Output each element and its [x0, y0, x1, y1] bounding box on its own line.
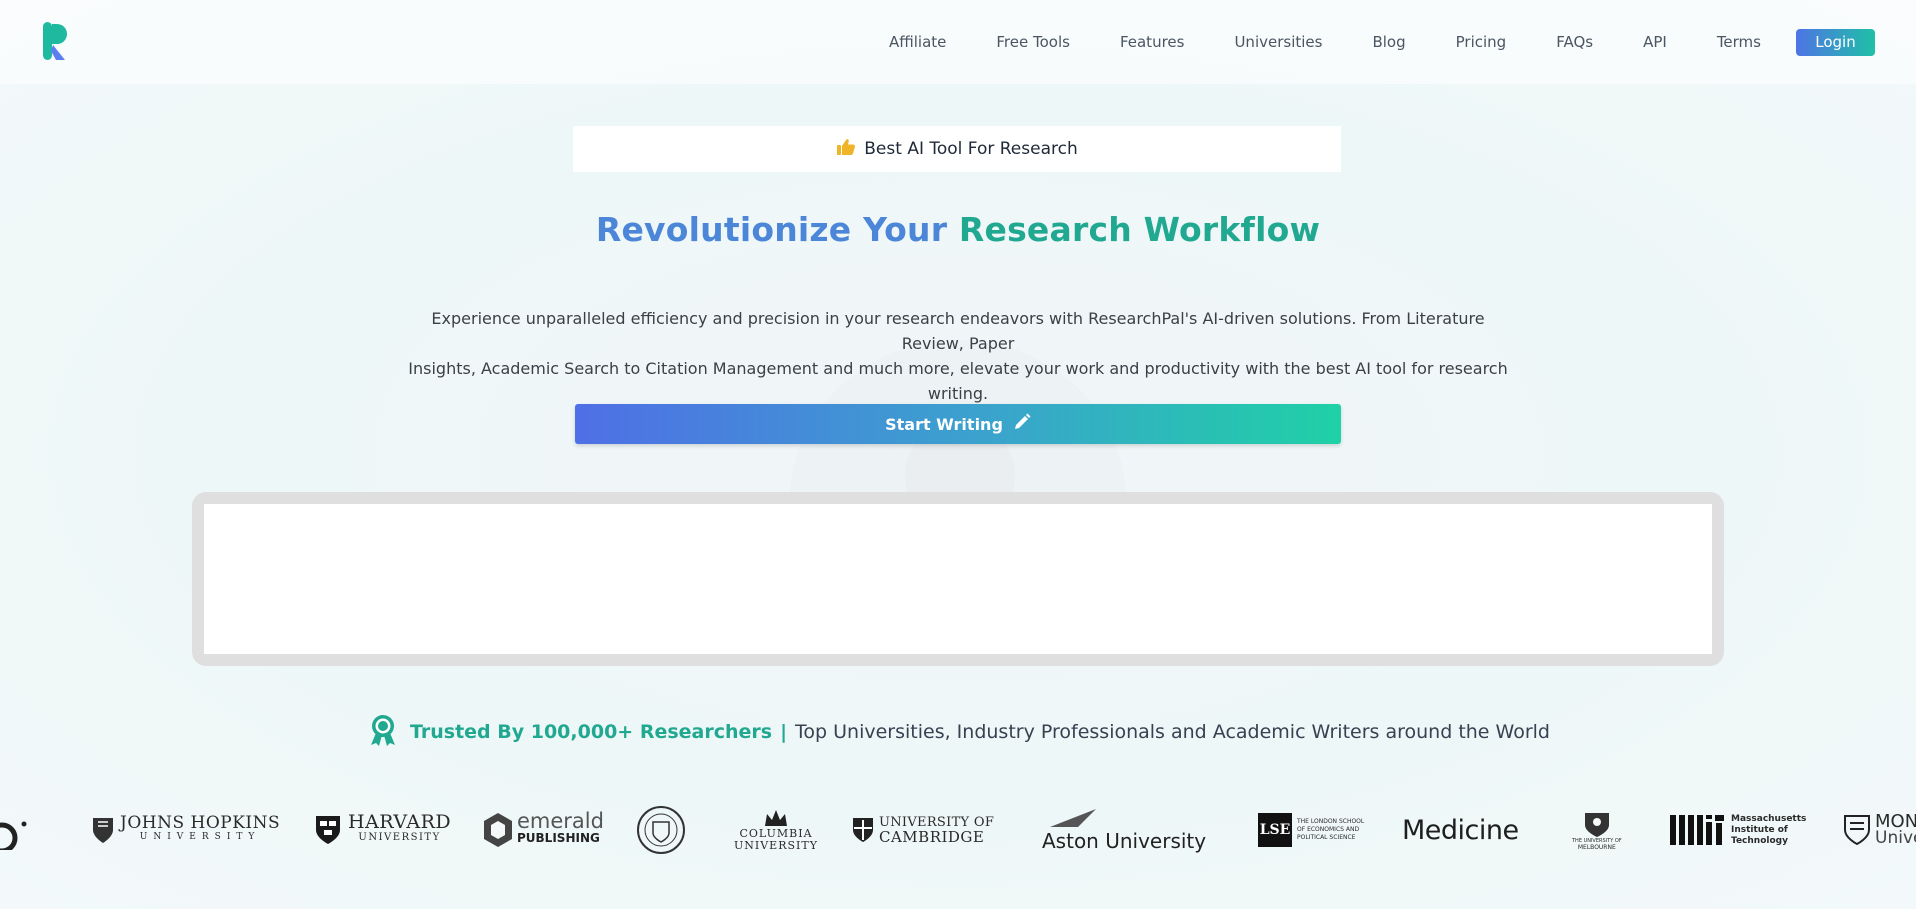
cambridge-line2: CAMBRIDGE [879, 828, 985, 846]
cambridge-shield-icon [853, 818, 873, 842]
hero-badge: Best AI Tool For Research [573, 126, 1341, 172]
main-nav: Affiliate Free Tools Features Universiti… [889, 0, 1916, 84]
monash-shield-icon [1844, 815, 1870, 845]
lse-text-line: THE LONDON SCHOOL [1297, 818, 1365, 825]
medicine-logo: Medicine [1402, 800, 1519, 860]
start-writing-button[interactable]: Start Writing [575, 404, 1341, 444]
login-button[interactable]: Login [1796, 28, 1875, 56]
nav-faqs[interactable]: FAQs [1556, 33, 1593, 51]
cornell-seal-logo [636, 800, 686, 860]
nav-api[interactable]: API [1643, 33, 1667, 51]
lse-mark: LSE [1258, 813, 1292, 847]
mit-mark-icon [1670, 815, 1724, 845]
award-ribbon-icon [366, 713, 400, 751]
hero-description-line: Insights, Academic Search to Citation Ma… [408, 359, 1508, 403]
johns-hopkins-sub: UNIVERSITY [139, 832, 261, 842]
melbourne-crest-icon [1584, 812, 1609, 837]
partial-logo-left [0, 800, 28, 860]
harvard-logo: HARVARD UNIVERSITY [315, 800, 451, 860]
pencil-icon [1013, 413, 1031, 435]
cornell-seal-icon [637, 806, 685, 854]
monash-sub: University [1875, 828, 1916, 848]
emerald-hexagon-icon [484, 813, 512, 847]
melbourne-logo: THE UNIVERSITY OF MELBOURNE [1572, 800, 1622, 860]
demo-video-player[interactable] [204, 504, 1712, 654]
start-writing-label: Start Writing [885, 414, 1003, 434]
lse-logo: LSE THE LONDON SCHOOL OF ECONOMICS AND P… [1258, 800, 1364, 860]
hero-description: Experience unparalleled efficiency and p… [400, 306, 1516, 406]
trusted-by-banner: Trusted By 100,000+ Researchers | Top Un… [0, 714, 1916, 750]
trusted-count: Trusted By 100,000+ Researchers [410, 721, 773, 743]
nav-terms[interactable]: Terms [1717, 33, 1761, 51]
nav-universities[interactable]: Universities [1234, 33, 1322, 51]
hero-description-line: Experience unparalleled efficiency and p… [431, 309, 1485, 353]
lse-mark-text: LSE [1259, 822, 1291, 838]
trusted-separator: | [780, 721, 788, 743]
demo-video-frame [192, 492, 1724, 666]
harvard-sub: UNIVERSITY [358, 832, 441, 843]
badge-label: Best AI Tool For Research [864, 139, 1078, 159]
harvard-shield-icon [316, 816, 340, 844]
hero-title: Revolutionize Your Research Workflow [0, 210, 1916, 249]
trusted-description: Top Universities, Industry Professionals… [795, 721, 1550, 743]
researchpal-logo[interactable] [40, 20, 74, 64]
university-logo-carousel: JOHNS HOPKINS UNIVERSITY HARVARD UNIVERS… [0, 800, 1916, 860]
aston-university-logo: Aston University [1042, 800, 1206, 860]
mit-line: Massachusetts [1731, 813, 1807, 824]
melbourne-line2: MELBOURNE [1577, 843, 1616, 851]
hero-title-part2: Research Workflow [958, 210, 1321, 249]
hero-title-part1: Revolutionize Your [595, 210, 948, 249]
columbia-crown-icon [764, 810, 787, 826]
thumbs-up-icon [836, 138, 856, 160]
harvard-name: HARVARD [348, 811, 452, 833]
emerald-name: emerald [517, 809, 604, 833]
nav-free-tools[interactable]: Free Tools [996, 33, 1070, 51]
aston-name: Aston University [1042, 829, 1207, 853]
mit-logo: Massachusetts Institute of Technology [1670, 800, 1806, 860]
columbia-sub: UNIVERSITY [734, 839, 818, 852]
monash-logo: MONASH University [1844, 800, 1916, 860]
lse-text-line: POLITICAL SCIENCE [1297, 834, 1356, 841]
aston-triangle-icon [1050, 809, 1096, 827]
mit-line: Institute of [1731, 824, 1788, 835]
johns-hopkins-logo: JOHNS HOPKINS UNIVERSITY [92, 800, 280, 860]
columbia-logo: COLUMBIA UNIVERSITY [734, 800, 818, 860]
top-navbar: Affiliate Free Tools Features Universiti… [0, 0, 1916, 84]
cambridge-logo: UNIVERSITY OF CAMBRIDGE [852, 800, 994, 860]
medicine-name: Medicine [1402, 814, 1519, 846]
nav-pricing[interactable]: Pricing [1456, 33, 1507, 51]
johns-hopkins-shield-icon [93, 818, 113, 843]
emerald-publishing-logo: emerald PUBLISHING [483, 800, 604, 860]
nav-features[interactable]: Features [1120, 33, 1185, 51]
nav-blog[interactable]: Blog [1372, 33, 1405, 51]
emerald-sub: PUBLISHING [517, 831, 600, 845]
nav-affiliate[interactable]: Affiliate [889, 33, 946, 51]
johns-hopkins-name: JOHNS HOPKINS [120, 813, 281, 833]
lse-text-line: OF ECONOMICS AND [1297, 826, 1360, 833]
mit-line: Technology [1731, 835, 1788, 846]
